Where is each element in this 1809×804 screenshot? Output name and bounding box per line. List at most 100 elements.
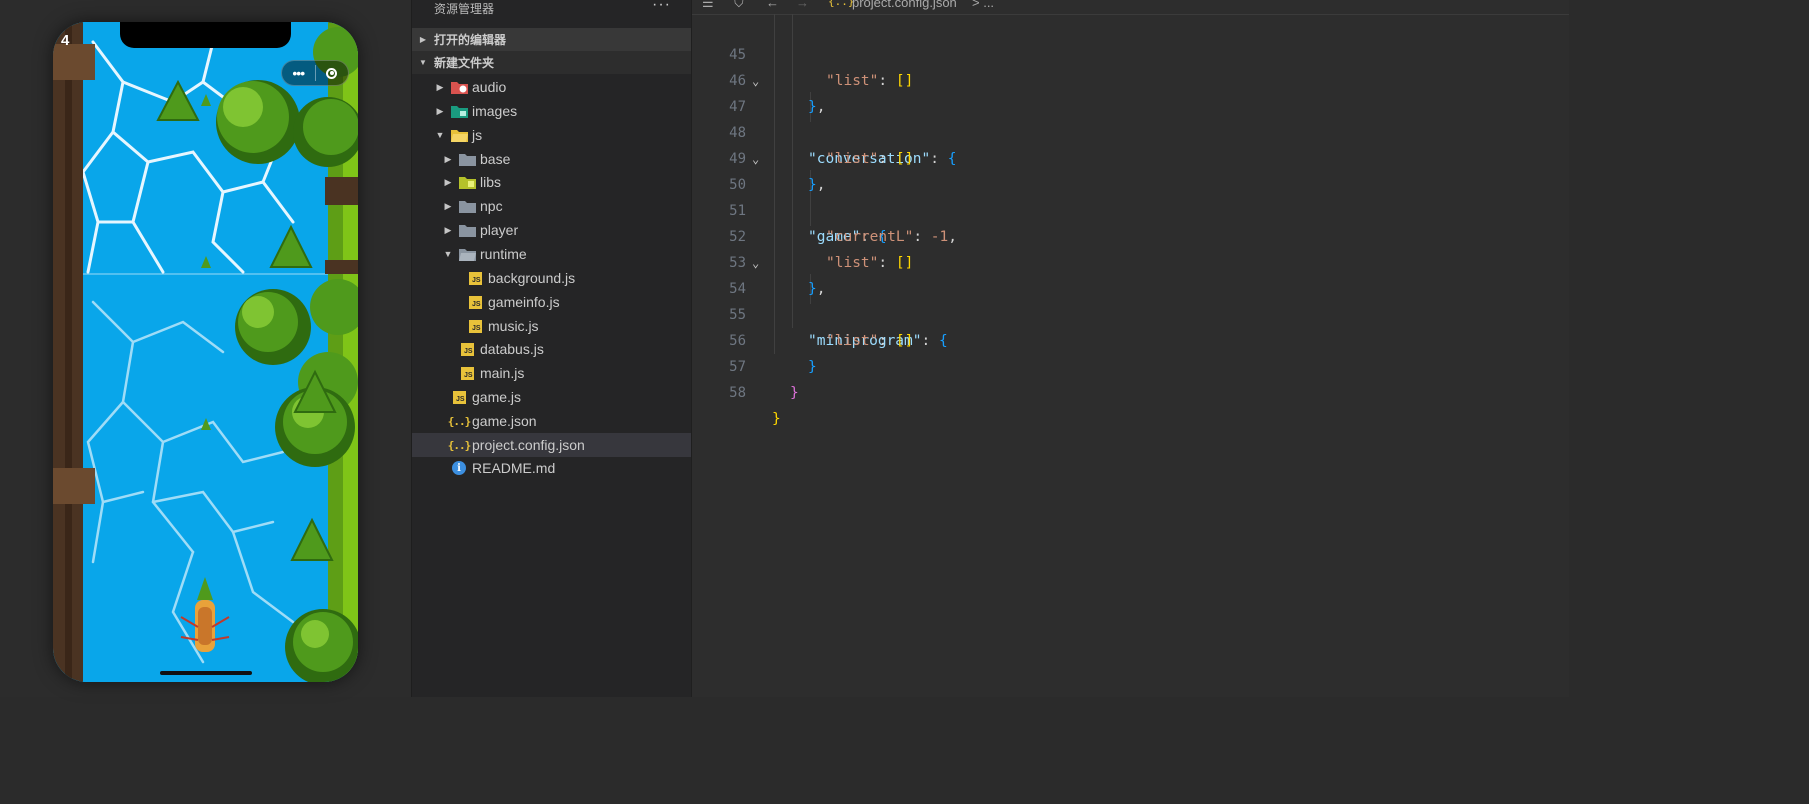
json-file-icon: {..} xyxy=(447,414,471,428)
folder-icon xyxy=(458,198,476,214)
back-arrow-icon[interactable]: ← xyxy=(766,0,779,10)
chevron-right-icon: ▶ xyxy=(419,35,427,44)
js-file-icon: JS xyxy=(466,318,484,334)
js-file-icon: JS xyxy=(458,365,476,381)
tree-item-images[interactable]: ▶ images xyxy=(412,99,691,123)
tree-item-label: gameinfo.js xyxy=(488,294,560,310)
trunk-bracket xyxy=(53,468,95,504)
miniprogram-capsule[interactable]: ••• xyxy=(281,60,349,86)
code-line[interactable]: 47 ⌄ "conversation": { xyxy=(692,68,1569,167)
code-line[interactable]: 53 }, xyxy=(692,224,1569,297)
chevron-right-icon: ▶ xyxy=(436,81,444,92)
close-button[interactable] xyxy=(316,67,349,79)
code-line[interactable]: 48 "list": [] xyxy=(692,94,1569,167)
js-folder-open-icon xyxy=(450,127,468,143)
js-file-icon: JS xyxy=(466,294,484,310)
home-indicator xyxy=(160,671,252,675)
code-line[interactable]: 49 }, xyxy=(692,120,1569,193)
folder-icon xyxy=(458,151,476,167)
tree-item-game-json[interactable]: {..} game.json xyxy=(412,409,691,433)
audio-folder-icon xyxy=(450,79,468,95)
json-file-icon: {..} xyxy=(828,0,855,8)
tree-item-js[interactable]: ▼ js xyxy=(412,123,691,147)
code-line[interactable]: 50 ⌄ "game": { xyxy=(692,146,1569,245)
tree-item-gameinfo-js[interactable]: JS gameinfo.js xyxy=(412,290,691,314)
fold-chevron-icon[interactable]: ⌄ xyxy=(752,250,759,276)
tree-item-label: base xyxy=(480,151,511,167)
chevron-right-icon: ▶ xyxy=(444,153,452,164)
simulator-panel: 4 ••• xyxy=(0,0,411,697)
tree-item-music-js[interactable]: JS music.js xyxy=(412,314,691,338)
tree-item-label: npc xyxy=(480,198,503,214)
tree-item-project-config-json[interactable]: {..} project.config.json xyxy=(412,433,691,457)
code-line[interactable]: 58 } xyxy=(692,354,1569,427)
tree-item-label: player xyxy=(480,222,519,238)
code-line[interactable]: 54 ⌄ "miniprogram": { xyxy=(692,250,1569,349)
tree-item-readme-md[interactable]: i README.md xyxy=(412,456,691,480)
tree-item-base[interactable]: ▶ base xyxy=(412,147,691,171)
explorer-title: 资源管理器 xyxy=(434,2,495,16)
list-icon[interactable]: ☰ xyxy=(702,0,714,11)
breadcrumb-trail[interactable]: > ... xyxy=(972,0,994,10)
tree-item-label: libs xyxy=(480,174,502,190)
phone-screen[interactable]: 4 ••• xyxy=(53,22,358,682)
tree-item-label: databus.js xyxy=(480,341,544,357)
chevron-down-icon: ▼ xyxy=(443,249,453,259)
code-editor[interactable]: ☰ ⛉ ← → {..} project.config.json > ... 4… xyxy=(691,0,1569,697)
tree-item-libs[interactable]: ▶ libs xyxy=(412,170,691,194)
workspace-folder-section[interactable]: ▼ 新建文件夹 xyxy=(412,51,691,74)
tree-item-label: background.js xyxy=(488,270,576,286)
chevron-right-icon: ▶ xyxy=(444,224,452,235)
trunk-bracket xyxy=(53,44,95,80)
open-editors-label: 打开的编辑器 xyxy=(434,33,507,47)
tree-item-label: game.json xyxy=(472,413,537,429)
tree-item-databus-js[interactable]: JS databus.js xyxy=(412,337,691,361)
tree-item-label: js xyxy=(472,127,483,143)
info-icon: i xyxy=(450,460,468,476)
explorer-more-actions-button[interactable]: ··· xyxy=(652,0,671,14)
tree-item-label: project.config.json xyxy=(472,437,585,453)
tree-item-npc[interactable]: ▶ npc xyxy=(412,194,691,218)
js-file-icon: JS xyxy=(450,389,468,405)
chevron-right-icon: ▶ xyxy=(444,176,452,187)
game-canvas[interactable] xyxy=(53,22,358,682)
phone-notch xyxy=(120,22,291,48)
code-line[interactable]: 46 }, xyxy=(692,42,1569,115)
tree-item-label: game.js xyxy=(472,389,522,405)
tree-item-player[interactable]: ▶ player xyxy=(412,218,691,242)
chevron-right-icon: ▶ xyxy=(444,200,452,211)
tree-item-runtime[interactable]: ▼ runtime xyxy=(412,242,691,266)
chevron-down-icon: ▼ xyxy=(419,58,427,67)
tree-item-audio[interactable]: ▶ audio xyxy=(412,75,691,99)
folder-icon xyxy=(458,222,476,238)
tree-item-label: runtime xyxy=(480,246,527,262)
code-line[interactable]: 57 } xyxy=(692,328,1569,401)
bookmark-icon[interactable]: ⛉ xyxy=(734,0,744,11)
fold-chevron-icon[interactable]: ⌄ xyxy=(752,146,759,172)
file-explorer: 资源管理器 ··· ▶ 打开的编辑器 ▼ 新建文件夹 ▶ audio ▶ ima… xyxy=(411,0,691,697)
close-circle-icon xyxy=(326,67,338,79)
forward-arrow-icon[interactable]: → xyxy=(796,0,809,10)
tree-item-label: music.js xyxy=(488,318,539,334)
tree-item-background-js[interactable]: JS background.js xyxy=(412,266,691,290)
tree-item-main-js[interactable]: JS main.js xyxy=(412,361,691,385)
js-file-icon: JS xyxy=(466,270,484,286)
code-line[interactable]: 51 "currentL": -1, xyxy=(692,172,1569,245)
code-line[interactable]: 52 "list": [] xyxy=(692,198,1569,271)
images-folder-icon xyxy=(450,103,468,119)
line-number: 58 xyxy=(729,385,746,401)
code-line[interactable]: 56 } xyxy=(692,302,1569,375)
more-menu-button[interactable]: ••• xyxy=(282,65,315,81)
tree-item-label: main.js xyxy=(480,365,525,381)
libs-folder-icon xyxy=(458,174,476,190)
tree-item-label: images xyxy=(472,103,518,119)
open-editors-section[interactable]: ▶ 打开的编辑器 xyxy=(412,28,691,51)
breadcrumb-file[interactable]: project.config.json xyxy=(852,0,957,10)
code-line[interactable]: 55 "list": [] xyxy=(692,276,1569,349)
folder-open-icon xyxy=(458,246,476,262)
code-line[interactable]: 45 "list": [] xyxy=(692,16,1569,89)
json-file-icon: {..} xyxy=(447,438,471,452)
tree-item-label: README.md xyxy=(472,460,556,476)
tree-item-game-js[interactable]: JS game.js xyxy=(412,385,691,409)
fold-chevron-icon[interactable]: ⌄ xyxy=(752,68,759,94)
